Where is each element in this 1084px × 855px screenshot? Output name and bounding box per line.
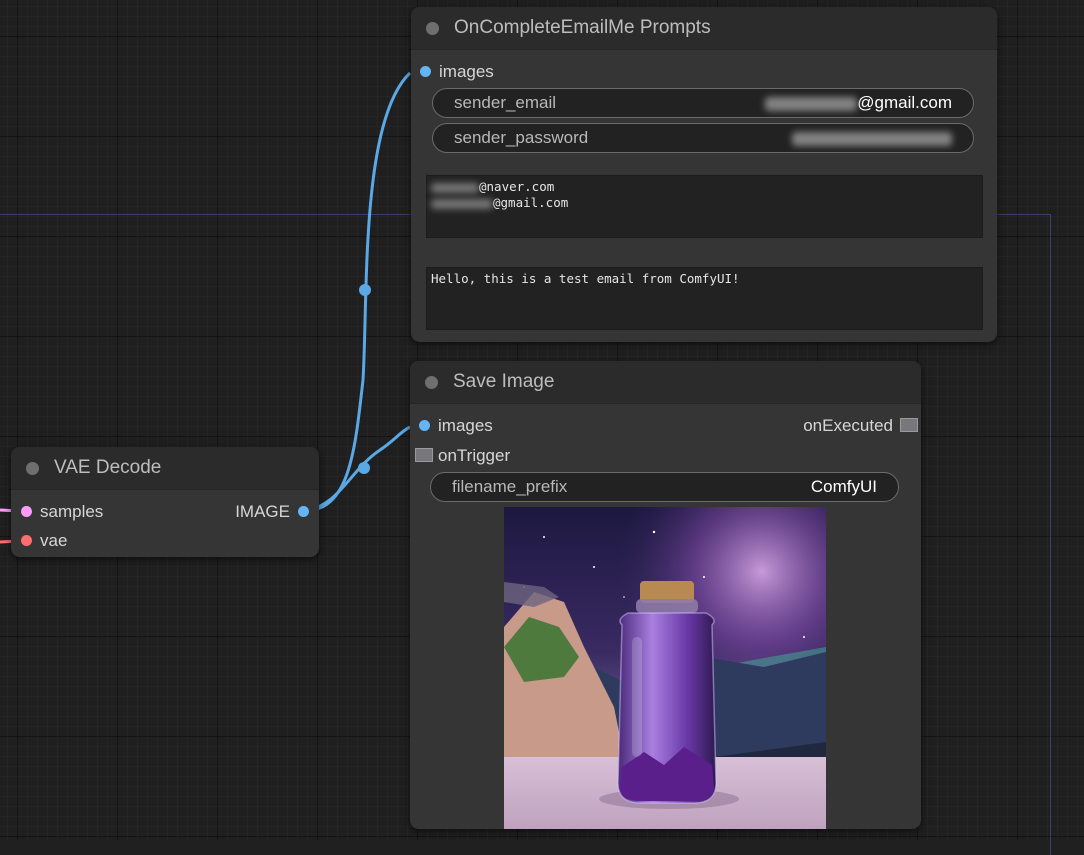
sender-email-field[interactable]: sender_email @gmail.com [432, 88, 974, 118]
recipient-domain: @gmail.com [493, 195, 569, 210]
filename-prefix-label: filename_prefix [452, 477, 568, 496]
slot-label: images [438, 416, 493, 435]
email-input-images[interactable]: images [420, 61, 494, 83]
collapse-dot-icon[interactable] [425, 376, 438, 389]
link-image-to-email [304, 71, 412, 513]
recipients-textarea[interactable]: @naver.com @gmail.com [426, 175, 983, 238]
vae-decode-title: VAE Decode [54, 457, 162, 478]
filename-prefix-field[interactable]: filename_prefix ComfyUI [430, 472, 899, 502]
slot-label: IMAGE [235, 502, 290, 521]
save-input-images[interactable]: images [419, 415, 493, 437]
slot-label: samples [40, 502, 104, 521]
email-node[interactable]: OnCompleteEmailMe Prompts images sender_… [411, 7, 997, 342]
link-image-to-save [304, 425, 411, 513]
link-midpoint-save [358, 462, 370, 474]
filename-prefix-value: ComfyUI [810, 477, 877, 496]
link-midpoint-email [359, 284, 371, 296]
slot-label: onExecuted [803, 416, 893, 435]
save-image-title: Save Image [453, 371, 555, 392]
image-preview[interactable] [504, 507, 826, 829]
message-textarea[interactable]: Hello, this is a test email from ComfyUI… [426, 267, 983, 330]
on-trigger-square-icon[interactable] [415, 448, 433, 462]
sender-password-field[interactable]: sender_password [432, 123, 974, 153]
slot-label: onTrigger [438, 446, 511, 465]
input-pin-icon[interactable] [419, 420, 430, 431]
recipient-line: @naver.com [431, 179, 978, 195]
vae-input-samples[interactable]: samples [21, 501, 104, 523]
message-text: Hello, this is a test email from ComfyUI… [431, 271, 740, 286]
input-pin-icon[interactable] [21, 535, 32, 546]
recipient-domain: @naver.com [479, 179, 555, 194]
sender-password-label: sender_password [454, 128, 589, 147]
output-pin-icon[interactable] [298, 506, 309, 517]
on-executed-square-icon[interactable] [900, 418, 918, 432]
slot-label: images [439, 62, 494, 81]
input-on-trigger[interactable]: onTrigger [438, 445, 510, 467]
sender-email-label: sender_email [454, 93, 557, 112]
recipient-line: @gmail.com [431, 195, 978, 211]
slot-label: vae [40, 531, 68, 550]
sender-email-value: @gmail.com [765, 89, 952, 117]
save-image-node[interactable]: Save Image images onExecuted onTrigger f… [410, 361, 921, 829]
email-node-title-bar[interactable]: OnCompleteEmailMe Prompts [411, 7, 997, 50]
vae-decode-title-bar[interactable]: VAE Decode [11, 447, 319, 490]
vae-output-image[interactable]: IMAGE [235, 501, 309, 523]
sender-password-value [792, 124, 952, 152]
vae-decode-node[interactable]: VAE Decode samples vae IMAGE [11, 447, 319, 557]
vae-input-vae[interactable]: vae [21, 530, 68, 552]
sender-email-domain: @gmail.com [857, 93, 952, 112]
save-image-title-bar[interactable]: Save Image [410, 361, 921, 404]
collapse-dot-icon[interactable] [426, 22, 439, 35]
output-on-executed[interactable]: onExecuted [803, 415, 893, 437]
input-pin-icon[interactable] [21, 506, 32, 517]
email-node-title: OnCompleteEmailMe Prompts [454, 17, 711, 38]
collapse-dot-icon[interactable] [26, 462, 39, 475]
input-pin-icon[interactable] [420, 66, 431, 77]
